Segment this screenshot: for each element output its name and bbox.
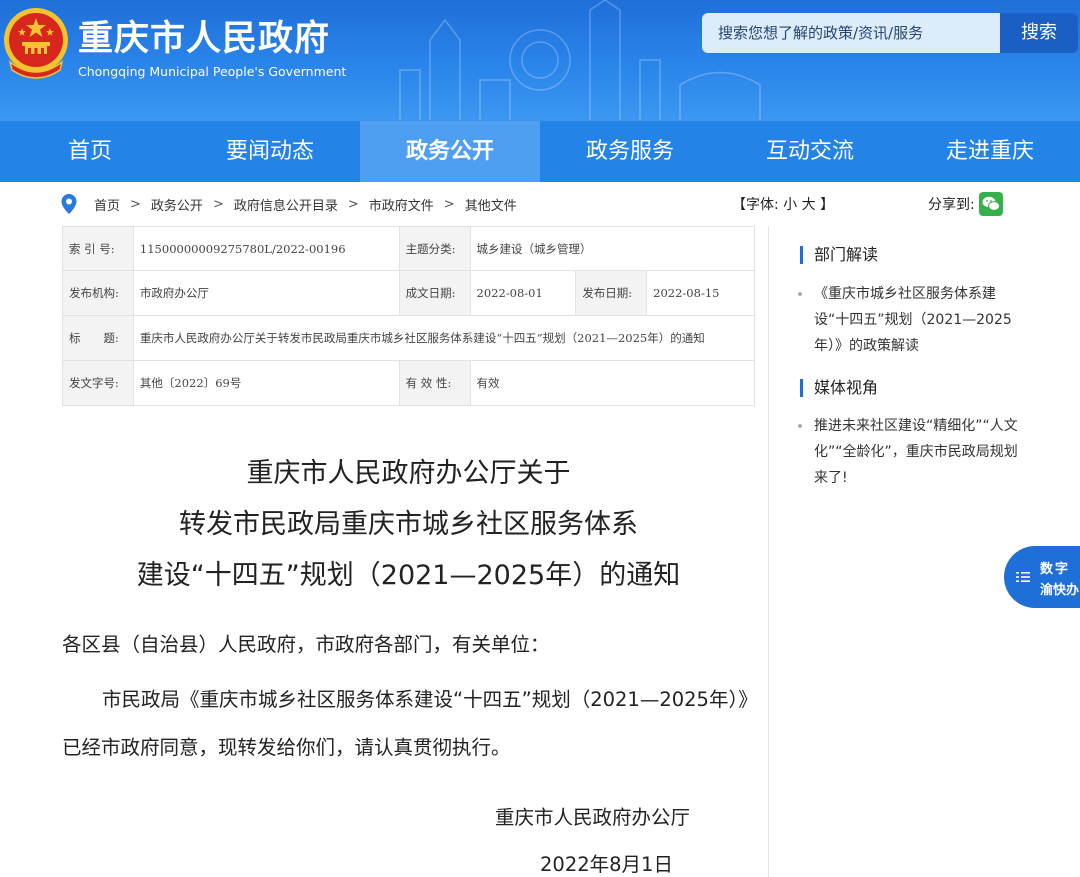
article-title-line-1: 重庆市人民政府办公厅关于 [246, 458, 571, 489]
article-signature: 重庆市人民政府办公厅 [495, 806, 691, 829]
article-title-line-2: 转发市民政局重庆市城乡社区服务体系 [179, 509, 638, 540]
article-date: 2022年8月1日 [540, 853, 673, 876]
font-size-small-button[interactable]: 小 [783, 197, 797, 213]
meta-docno-value: 其他〔2022〕69号 [132, 360, 400, 406]
sidebar-section-dept-interpretation: 部门解读 [800, 245, 878, 265]
nav-gov-services[interactable]: 政务服务 [540, 121, 720, 182]
share-label: 分享到: [928, 197, 975, 213]
wechat-icon[interactable] [978, 192, 1003, 216]
meta-publisher-label: 发布机构: [62, 270, 134, 316]
meta-created-value: 2022-08-01 [469, 270, 577, 316]
meta-validity-value: 有效 [469, 360, 755, 406]
font-size-control: 【字体: 小 大 】 [732, 194, 834, 214]
meta-topic-label: 主题分类: [398, 226, 471, 271]
nav-gov-affairs-open[interactable]: 政务公开 [360, 121, 540, 182]
breadcrumb-municipal-documents[interactable]: 市政府文件 [369, 195, 434, 214]
meta-index-label: 索 引 号: [62, 226, 134, 271]
main-nav: 首页 要闻动态 政务公开 政务服务 互动交流 走进重庆 [0, 120, 1080, 182]
sidebar-link-media-article[interactable]: 推进未来社区建设“精细化”“人文化”“全龄化”，重庆市民政局规划来了! [798, 413, 1030, 491]
nav-about-chongqing[interactable]: 走进重庆 [900, 121, 1080, 182]
meta-title-label: 标 题: [62, 315, 134, 361]
meta-validity-label: 有 效 性: [398, 360, 471, 406]
sidebar-section-media-view: 媒体视角 [800, 378, 878, 398]
meta-docno-label: 发文字号: [62, 360, 134, 406]
meta-published-value: 2022-08-15 [646, 270, 755, 316]
site-title[interactable]: 重庆市人民政府 [78, 18, 330, 60]
breadcrumb-home[interactable]: 首页 [94, 195, 120, 214]
breadcrumb-separator: > [130, 196, 141, 212]
digital-yukuaiban-button[interactable]: 数字 渝快办 [1004, 546, 1080, 608]
site-header: 重庆市人民政府 Chongqing Municipal People's Gov… [0, 0, 1080, 120]
menu-lines-icon [1016, 572, 1030, 582]
meta-topic-value: 城乡建设（城乡管理） [469, 226, 755, 271]
font-size-suffix: 】 [820, 197, 835, 213]
article-body: 市民政局《重庆市城乡社区服务体系建设“十四五”规划（2021—2025年）》已经… [62, 688, 748, 759]
float-button-line-1: 数字 [1040, 562, 1071, 577]
meta-index-value: 11500000009275780L/2022-00196 [132, 226, 400, 271]
document-meta-table: 索 引 号: 11500000009275780L/2022-00196 主题分… [62, 226, 756, 406]
breadcrumb-gov-affairs-open[interactable]: 政务公开 [151, 195, 203, 214]
breadcrumb-info-catalog[interactable]: 政府信息公开目录 [234, 195, 338, 214]
nav-interaction[interactable]: 互动交流 [720, 121, 900, 182]
breadcrumb: 首页 > 政务公开 > 政府信息公开目录 > 市政府文件 > 其他文件 [60, 192, 517, 216]
site-subtitle: Chongqing Municipal People's Government [78, 64, 347, 79]
float-button-line-2: 渝快办 [1040, 583, 1080, 598]
breadcrumb-separator: > [347, 196, 359, 212]
font-size-prefix: 【字体: [732, 197, 779, 213]
nav-news[interactable]: 要闻动态 [180, 121, 360, 182]
meta-title-value: 重庆市人民政府办公厅关于转发市民政局重庆市城乡社区服务体系建设“十四五”规划（2… [132, 315, 756, 361]
meta-created-label: 成文日期: [398, 270, 471, 316]
breadcrumb-separator: > [443, 196, 455, 212]
article-title-line-3: 建设“十四五”规划（2021—2025年）的通知 [136, 560, 681, 591]
font-size-large-button[interactable]: 大 [802, 197, 816, 213]
search-input[interactable] [702, 13, 1000, 53]
meta-published-label: 发布日期: [575, 270, 648, 316]
sidebar-divider [768, 226, 769, 877]
search-button[interactable]: 搜索 [1000, 13, 1078, 53]
breadcrumb-other-documents[interactable]: 其他文件 [465, 195, 517, 214]
article-title: 重庆市人民政府办公厅关于 转发市民政局重庆市城乡社区服务体系 建设“十四五”规划… [62, 448, 755, 601]
article-greeting: 各区县（自治县）人民政府，市政府各部门，有关单位： [62, 633, 550, 656]
sidebar-link-policy-interpretation[interactable]: 《重庆市城乡社区服务体系建设“十四五”规划（2021—2025年）》的政策解读 [798, 281, 1030, 359]
national-emblem-icon[interactable] [2, 6, 70, 82]
location-pin-icon [61, 194, 77, 214]
share-bar: 分享到: [928, 192, 1003, 216]
breadcrumb-separator: > [212, 196, 224, 212]
nav-home[interactable]: 首页 [0, 121, 180, 182]
meta-publisher-value: 市政府办公厅 [132, 270, 400, 316]
